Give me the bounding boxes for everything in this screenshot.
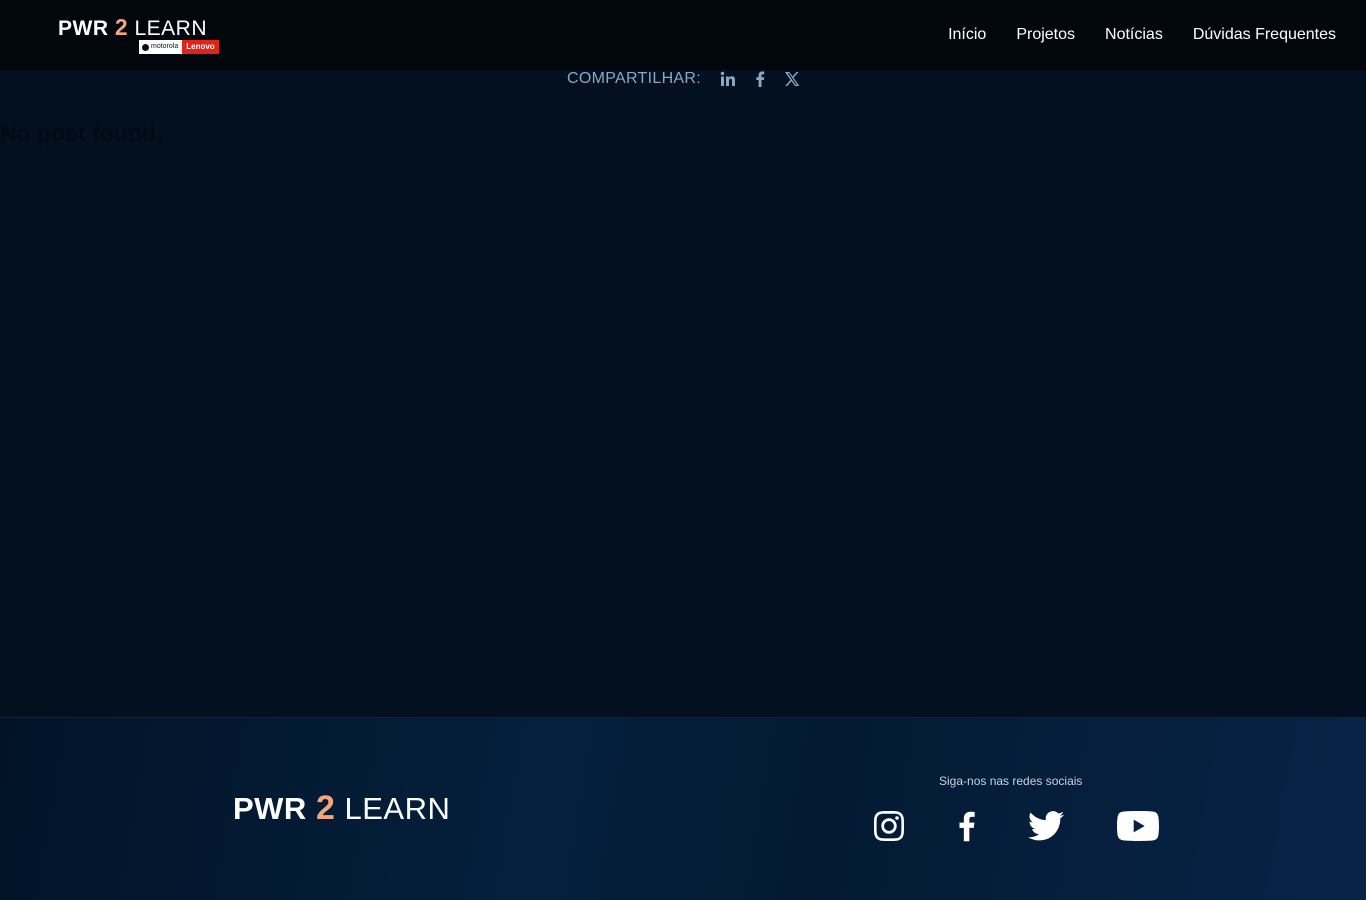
share-bar: COMPARTILHAR: <box>567 67 815 91</box>
site-header: PWR 2 LEARN motorola Lenovo Início Proje… <box>0 0 1366 70</box>
logo-wordmark: PWR 2 LEARN <box>58 14 208 40</box>
follow-label: Siga-nos nas redes sociais <box>939 774 1083 788</box>
site-logo[interactable]: PWR 2 LEARN motorola Lenovo <box>58 14 219 55</box>
sponsor-motorola: motorola <box>151 43 179 50</box>
nav-inicio[interactable]: Início <box>948 26 986 44</box>
main-nav: Início Projetos Notícias Dúvidas Frequen… <box>948 0 1336 70</box>
footer-logo[interactable]: PWR 2 LEARN <box>233 790 450 827</box>
youtube-icon[interactable] <box>1116 808 1160 844</box>
facebook-icon[interactable] <box>751 70 769 88</box>
nav-projetos[interactable]: Projetos <box>1016 26 1075 44</box>
empty-state-message: No post found. <box>0 120 163 146</box>
site-footer: PWR 2 LEARN Siga-nos nas redes sociais <box>0 717 1366 900</box>
sponsor-lenovo: Lenovo <box>182 40 219 54</box>
nav-noticias[interactable]: Notícias <box>1105 26 1163 44</box>
sponsor-badge: motorola Lenovo <box>139 40 219 54</box>
linkedin-icon[interactable] <box>719 70 737 88</box>
motorola-logo-icon <box>142 43 149 51</box>
facebook-icon[interactable] <box>955 808 977 844</box>
twitter-icon[interactable] <box>1027 808 1065 844</box>
x-icon[interactable] <box>783 70 801 88</box>
instagram-icon[interactable] <box>873 808 905 844</box>
share-label: COMPARTILHAR: <box>567 70 701 87</box>
nav-duvidas-frequentes[interactable]: Dúvidas Frequentes <box>1193 26 1336 44</box>
